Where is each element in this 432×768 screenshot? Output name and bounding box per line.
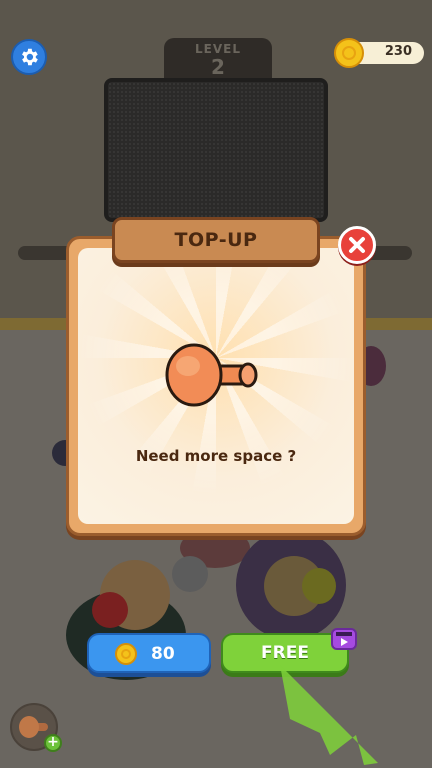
video-ad-icon — [331, 628, 357, 650]
close-button[interactable] — [338, 226, 376, 264]
settings-button[interactable] — [11, 39, 47, 75]
add-icon[interactable]: + — [44, 734, 62, 752]
dialog-title-plank: TOP-UP — [112, 217, 320, 263]
level-number: 2 — [211, 55, 225, 79]
buy-price: 80 — [151, 644, 175, 664]
gear-icon — [22, 48, 38, 66]
dialog-title: TOP-UP — [174, 229, 258, 251]
tutorial-pointer — [280, 665, 378, 765]
close-icon — [349, 237, 365, 253]
play-icon — [336, 632, 352, 646]
level-label: LEVEL — [195, 42, 241, 56]
bg-object — [172, 556, 208, 592]
dialog-message: Need more space ? — [135, 447, 297, 465]
bg-object — [302, 568, 336, 604]
bg-object — [92, 592, 128, 628]
peg-hook-icon — [165, 343, 258, 407]
coin-balance-value: 230 — [384, 44, 412, 59]
buy-with-coins-button[interactable]: 80 — [87, 633, 211, 673]
pegboard — [104, 78, 328, 222]
coin-icon — [334, 38, 364, 68]
coin-icon — [115, 643, 137, 665]
